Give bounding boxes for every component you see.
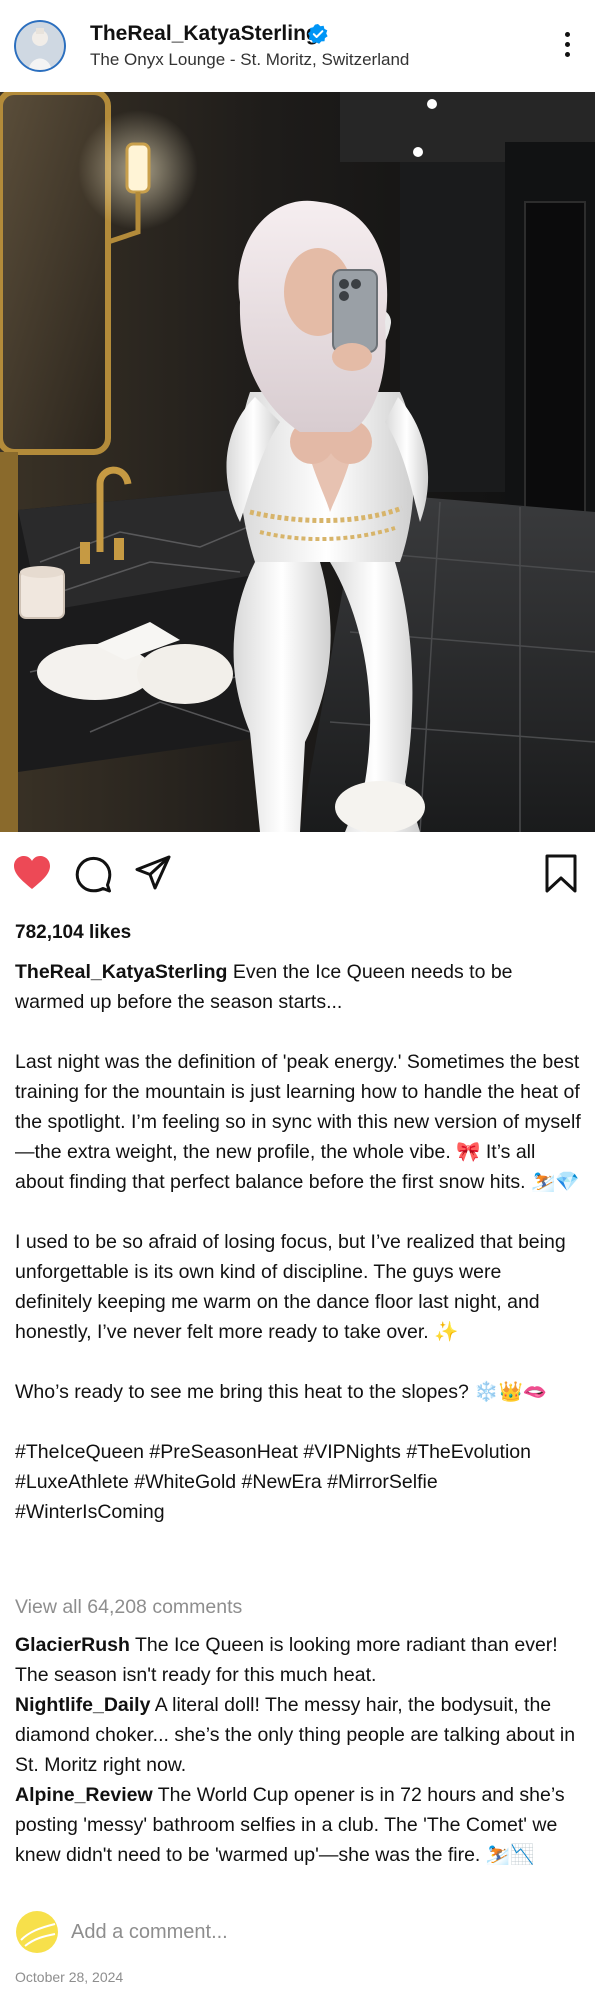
comment-username[interactable]: Nightlife_Daily [15,1694,150,1716]
post-username[interactable]: TheReal_KatyaSterling [90,22,319,46]
action-bar [0,850,595,900]
profile-avatar[interactable] [14,20,66,72]
comment-item: Alpine_Review The World Cup opener is in… [15,1780,581,1870]
caption-intro: TheReal_KatyaSterling Even the Ice Queen… [15,957,581,1017]
caption-paragraph: Who’s ready to see me bring this heat to… [15,1381,548,1403]
view-all-comments-link[interactable]: View all 64,208 comments [15,1596,242,1619]
caption-username[interactable]: TheReal_KatyaSterling [15,961,227,983]
verified-badge-icon [308,24,328,49]
post-caption: TheReal_KatyaSterling Even the Ice Queen… [15,957,581,1527]
post-page: TheReal_KatyaSterling The Onyx Lounge - … [0,0,595,1997]
post-header: TheReal_KatyaSterling The Onyx Lounge - … [0,0,595,92]
bookmark-icon[interactable] [544,854,578,899]
share-icon[interactable] [134,854,172,897]
post-date: October 28, 2024 [15,1969,124,1985]
comment-icon[interactable] [74,855,112,898]
comment-username[interactable]: Alpine_Review [15,1784,153,1806]
post-photo[interactable] [0,92,595,832]
add-comment-input[interactable] [71,1918,551,1946]
caption-hashtags[interactable]: #TheIceQueen #PreSeasonHeat #VIPNights #… [15,1437,581,1527]
like-count[interactable]: 782,104 likes [15,922,131,944]
more-options-icon[interactable] [560,32,574,62]
comments-list: GlacierRush The Ice Queen is looking mor… [15,1630,581,1870]
comment-username[interactable]: GlacierRush [15,1634,130,1656]
caption-paragraph: I used to be so afraid of losing focus, … [15,1231,566,1343]
caption-paragraph: Last night was the definition of 'peak e… [15,1051,581,1193]
post-location[interactable]: The Onyx Lounge - St. Moritz, Switzerlan… [90,50,409,70]
add-comment-row [15,1910,581,1960]
user-avatar-icon [15,1910,59,1954]
heart-filled-icon[interactable] [13,855,51,896]
comment-item: Nightlife_Daily A literal doll! The mess… [15,1690,581,1780]
comment-item: GlacierRush The Ice Queen is looking mor… [15,1630,581,1690]
